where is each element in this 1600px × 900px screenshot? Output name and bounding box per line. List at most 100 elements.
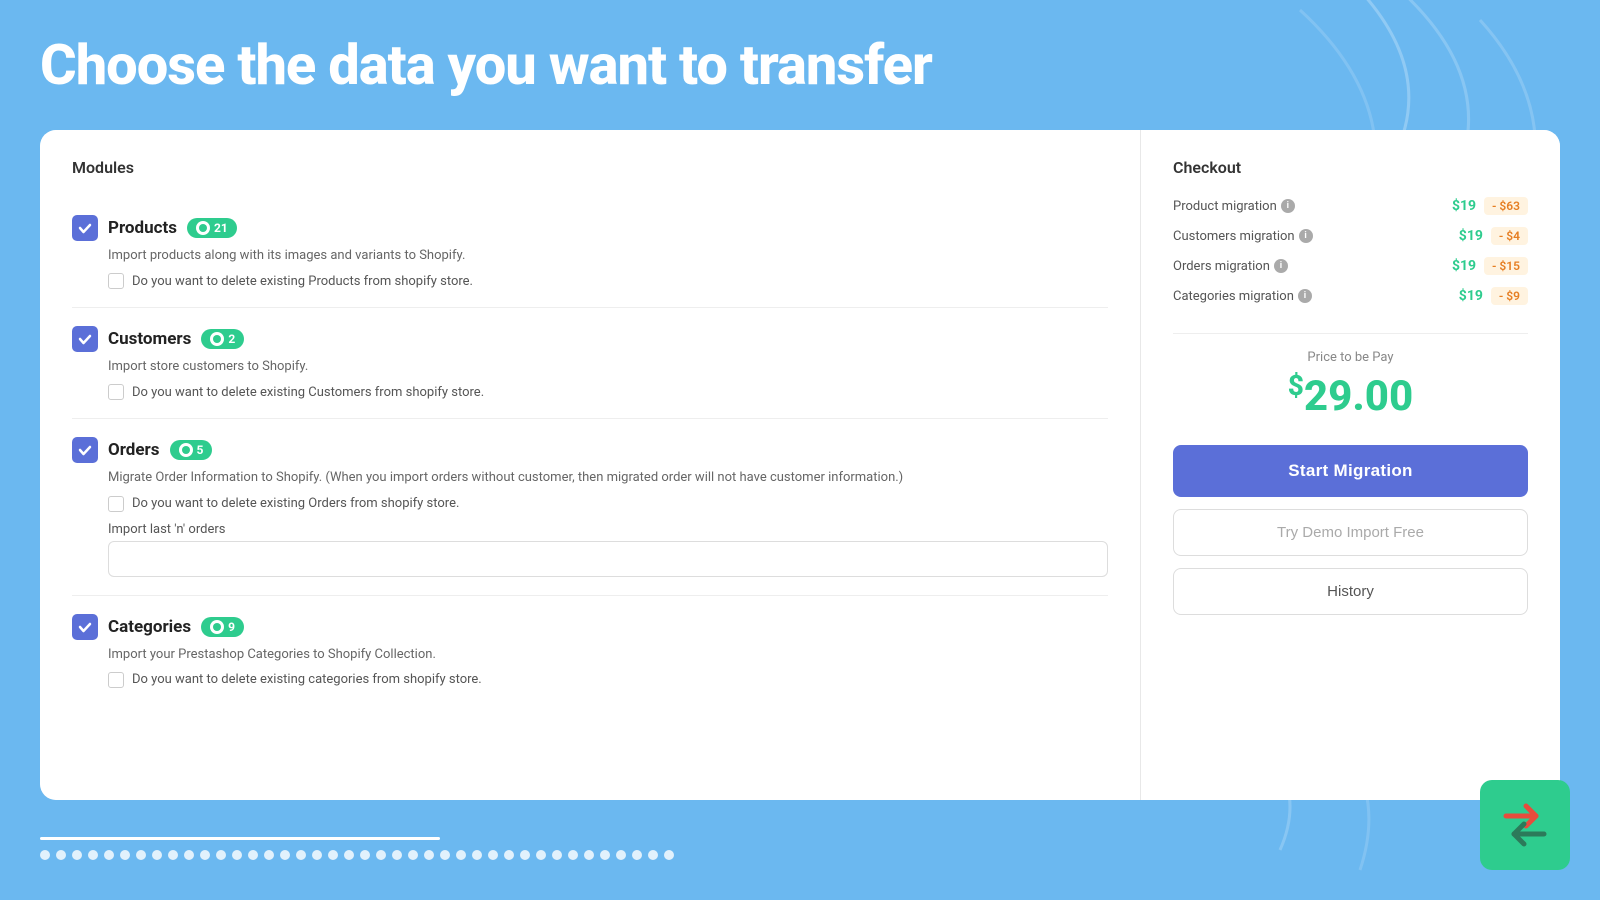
modules-list: Products 21 Import products along with i… (72, 197, 1108, 706)
info-icon-1[interactable]: i (1299, 229, 1313, 243)
pricing-row-0: Product migration i $19 - $63 (1173, 197, 1528, 215)
pricing-row-3: Categories migration i $19 - $9 (1173, 287, 1528, 305)
dot (504, 850, 514, 860)
history-button[interactable]: History (1173, 568, 1528, 615)
module-badge-orders: 5 (170, 440, 213, 460)
dot (488, 850, 498, 860)
dot (248, 850, 258, 860)
modules-title: Modules (72, 158, 1108, 177)
dot (584, 850, 594, 860)
modules-panel: Modules Products 21 Import products alon… (40, 130, 1140, 800)
dot (280, 850, 290, 860)
pricing-values-0: $19 - $63 (1452, 197, 1528, 215)
module-item-categories: Categories 9 Import your Prestashop Cate… (72, 596, 1108, 706)
sub-label-categories: Do you want to delete existing categorie… (132, 672, 482, 687)
dot (600, 850, 610, 860)
dot (264, 850, 274, 860)
dot (152, 850, 162, 860)
checkout-panel: Checkout Product migration i $19 - $63 C… (1140, 130, 1560, 800)
dot (296, 850, 306, 860)
pricing-discount-3: - $9 (1491, 287, 1528, 305)
module-sub-option-orders: Do you want to delete existing Orders fr… (108, 496, 1108, 512)
pricing-values-3: $19 - $9 (1459, 287, 1528, 305)
module-checkbox-categories[interactable] (72, 614, 98, 640)
pricing-label-1: Customers migration i (1173, 229, 1313, 244)
pricing-price-0: $19 (1452, 198, 1476, 214)
dot (136, 850, 146, 860)
dot (632, 850, 642, 860)
price-divider (1173, 333, 1528, 334)
module-badge-products: 21 (187, 218, 237, 238)
info-icon-3[interactable]: i (1298, 289, 1312, 303)
dot (56, 850, 66, 860)
dot (376, 850, 386, 860)
info-icon-0[interactable]: i (1281, 199, 1295, 213)
dot (664, 850, 674, 860)
module-header-products: Products 21 (72, 215, 1108, 241)
dot (328, 850, 338, 860)
page-title: Choose the data you want to transfer (40, 32, 932, 98)
info-icon-2[interactable]: i (1274, 259, 1288, 273)
dot (344, 850, 354, 860)
module-name-customers: Customers (108, 329, 191, 349)
dot (552, 850, 562, 860)
dot (184, 850, 194, 860)
import-last-input[interactable] (108, 541, 1108, 577)
sub-label-products: Do you want to delete existing Products … (132, 274, 473, 289)
module-item-orders: Orders 5 Migrate Order Information to Sh… (72, 419, 1108, 595)
sub-checkbox-orders[interactable] (108, 496, 124, 512)
module-name-products: Products (108, 218, 177, 238)
dot (568, 850, 578, 860)
pricing-price-3: $19 (1459, 288, 1483, 304)
pricing-values-1: $19 - $4 (1459, 227, 1528, 245)
dot (168, 850, 178, 860)
dot (472, 850, 482, 860)
checkmark-icon (77, 619, 93, 635)
dot (424, 850, 434, 860)
module-description-orders: Migrate Order Information to Shopify. (W… (108, 469, 1108, 487)
dot (120, 850, 130, 860)
dot (360, 850, 370, 860)
module-checkbox-customers[interactable] (72, 326, 98, 352)
dot (456, 850, 466, 860)
module-badge-customers: 2 (201, 329, 244, 349)
module-badge-categories: 9 (201, 617, 244, 637)
sub-label-customers: Do you want to delete existing Customers… (132, 385, 484, 400)
module-item-products: Products 21 Import products along with i… (72, 197, 1108, 308)
dot (520, 850, 530, 860)
start-migration-button[interactable]: Start Migration (1173, 445, 1528, 497)
module-checkbox-orders[interactable] (72, 437, 98, 463)
dot (216, 850, 226, 860)
pricing-label-0: Product migration i (1173, 199, 1295, 214)
dot (648, 850, 658, 860)
sub-checkbox-products[interactable] (108, 273, 124, 289)
pricing-price-1: $19 (1459, 228, 1483, 244)
dot (200, 850, 210, 860)
module-sub-option-products: Do you want to delete existing Products … (108, 273, 1108, 289)
pricing-row-2: Orders migration i $19 - $15 (1173, 257, 1528, 275)
checkmark-icon (77, 331, 93, 347)
sub-checkbox-categories[interactable] (108, 672, 124, 688)
checkout-title: Checkout (1173, 158, 1528, 177)
total-price-value: 29.00 (1304, 372, 1413, 421)
module-description-products: Import products along with its images an… (108, 247, 1108, 265)
module-item-customers: Customers 2 Import store customers to Sh… (72, 308, 1108, 419)
dot (40, 850, 50, 860)
progress-bar (40, 837, 440, 840)
pricing-values-2: $19 - $15 (1452, 257, 1528, 275)
dot (232, 850, 242, 860)
bottom-dots (40, 850, 674, 860)
import-last-label: Import last 'n' orders (108, 522, 1108, 537)
demo-import-button[interactable]: Try Demo Import Free (1173, 509, 1528, 556)
corner-transfer-icon[interactable] (1480, 780, 1570, 870)
dot (536, 850, 546, 860)
checkmark-icon (77, 442, 93, 458)
module-checkbox-products[interactable] (72, 215, 98, 241)
module-header-customers: Customers 2 (72, 326, 1108, 352)
dot (408, 850, 418, 860)
pricing-row-1: Customers migration i $19 - $4 (1173, 227, 1528, 245)
dot (72, 850, 82, 860)
total-price: $29.00 (1173, 369, 1528, 421)
sub-checkbox-customers[interactable] (108, 384, 124, 400)
dot (440, 850, 450, 860)
